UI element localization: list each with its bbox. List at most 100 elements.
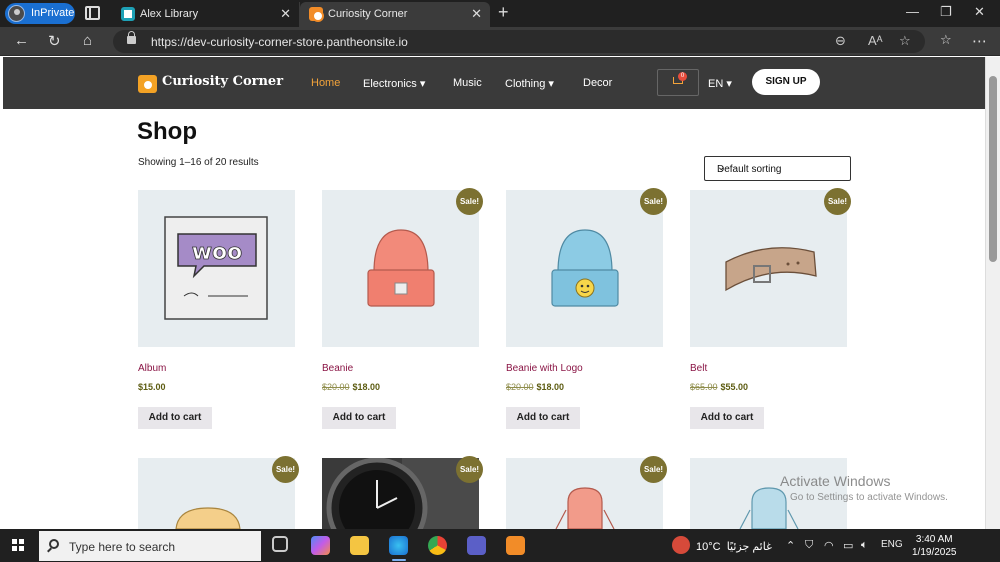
sign-up-button[interactable]: SIGN UP xyxy=(752,69,820,95)
chevron-down-icon: ▾ xyxy=(419,78,426,90)
copilot-icon[interactable] xyxy=(311,536,330,555)
address-bar[interactable]: https://dev-curiosity-corner-store.panth… xyxy=(113,30,925,53)
add-to-cart-button[interactable]: Add to cart xyxy=(138,407,212,429)
belt-image-icon xyxy=(725,247,817,292)
product-name-beanie[interactable]: Beanie xyxy=(322,363,353,374)
input-language[interactable]: ENG xyxy=(881,539,903,550)
inprivate-profile-button[interactable]: InPrivate xyxy=(5,3,75,24)
old-price: $20.00 xyxy=(506,382,534,392)
product-image-album[interactable]: woo xyxy=(138,190,295,347)
curiosity-corner-favicon-icon xyxy=(309,7,324,22)
search-icon xyxy=(49,539,59,549)
nav-home[interactable]: Home xyxy=(311,77,340,89)
nav-clothing[interactable]: Clothing ▾ xyxy=(505,77,554,90)
taskbar-search-box[interactable]: Type here to search xyxy=(39,531,261,561)
xampp-icon[interactable] xyxy=(506,536,525,555)
add-to-cart-button[interactable]: Add to cart xyxy=(690,407,764,429)
product-price-beanie-with-logo: $20.00 $18.00 xyxy=(506,382,564,392)
current-price: $18.00 xyxy=(536,382,565,392)
product-price-album: $15.00 xyxy=(138,382,166,392)
weather-icon[interactable] xyxy=(672,536,690,554)
nav-label: Electronics xyxy=(363,78,417,90)
restore-icon[interactable]: ❐ xyxy=(940,4,952,20)
profile-avatar-icon xyxy=(8,5,25,22)
refresh-icon[interactable]: ↻ xyxy=(48,32,61,50)
lock-icon[interactable] xyxy=(127,31,136,44)
inprivate-label: InPrivate xyxy=(31,7,75,19)
browser-tab-strip: InPrivate Alex Library ✕ Curiosity Corne… xyxy=(0,0,1000,27)
tab-actions-icon[interactable] xyxy=(85,6,100,20)
site-logo-text[interactable]: Curiosity Corner xyxy=(162,74,283,89)
tab-title: Alex Library xyxy=(140,8,199,20)
new-tab-plus-icon[interactable]: + xyxy=(498,2,509,23)
nav-electronics[interactable]: Electronics ▾ xyxy=(363,77,425,90)
cart-count-badge: 0 xyxy=(678,72,687,81)
teams-icon[interactable] xyxy=(467,536,486,555)
page-title: Shop xyxy=(137,118,197,145)
file-explorer-icon[interactable] xyxy=(350,536,369,555)
edge-browser-icon[interactable] xyxy=(389,536,408,555)
tab-alex-library[interactable]: Alex Library ✕ xyxy=(112,2,300,27)
add-to-cart-button[interactable]: Add to cart xyxy=(322,407,396,429)
search-placeholder: Type here to search xyxy=(69,540,176,554)
screen: InPrivate Alex Library ✕ Curiosity Corne… xyxy=(0,0,1000,562)
weather-widget[interactable]: 10°C غائم جزئيًا xyxy=(696,540,772,553)
scrollbar-thumb[interactable] xyxy=(989,76,997,262)
clock-time: 3:40 AM xyxy=(915,534,953,545)
cart-button[interactable]: 0 xyxy=(657,69,699,96)
chrome-icon[interactable] xyxy=(428,536,447,555)
favorites-icon[interactable]: ☆ xyxy=(940,32,952,48)
more-menu-icon[interactable]: ⋯ xyxy=(972,32,987,50)
home-icon[interactable]: ⌂ xyxy=(83,32,92,49)
tab-curiosity-corner[interactable]: Curiosity Corner ✕ xyxy=(300,2,490,27)
product-image-belt[interactable] xyxy=(690,190,847,347)
volume-icon[interactable]: 🔈︎ xyxy=(861,539,868,552)
favorite-star-icon[interactable]: ☆ xyxy=(899,33,911,49)
result-count: Showing 1–16 of 20 results xyxy=(138,157,259,168)
url-text[interactable]: https://dev-curiosity-corner-store.panth… xyxy=(151,35,408,49)
add-to-cart-button[interactable]: Add to cart xyxy=(506,407,580,429)
alex-library-favicon-icon xyxy=(121,7,135,21)
current-price: $55.00 xyxy=(720,382,749,392)
product-price-belt: $65.00 $55.00 xyxy=(690,382,748,392)
tab-title: Curiosity Corner xyxy=(328,8,408,20)
product-image-beanie-with-logo[interactable] xyxy=(506,190,663,347)
windows-taskbar: Type here to search 10°C غائم جزئيًا ⌃ ⛉… xyxy=(0,529,1000,562)
system-clock[interactable]: 3:40 AM 1/19/2025 xyxy=(912,533,957,559)
browser-toolbar: ← ↻ ⌂ https://dev-curiosity-corner-store… xyxy=(0,27,1000,56)
product-name-album[interactable]: Album xyxy=(138,363,166,374)
product-image-beanie[interactable] xyxy=(322,190,479,347)
product-name-beanie-with-logo[interactable]: Beanie with Logo xyxy=(506,363,583,374)
close-window-icon[interactable]: ✕ xyxy=(974,4,985,20)
zoom-icon[interactable]: ⊖ xyxy=(835,33,846,49)
task-view-icon[interactable] xyxy=(272,536,288,552)
close-tab-icon[interactable]: ✕ xyxy=(471,6,482,22)
close-tab-icon[interactable]: ✕ xyxy=(280,6,291,22)
read-aloud-icon[interactable]: Aᴬ xyxy=(868,33,883,48)
activate-windows-title: Activate Windows xyxy=(780,473,891,489)
wifi-icon[interactable]: ◠ xyxy=(824,539,834,552)
sorting-select[interactable]: Default sorting ⌄ xyxy=(704,156,851,181)
battery-icon[interactable]: ▭ xyxy=(843,539,853,552)
product-name-belt[interactable]: Belt xyxy=(690,363,707,374)
language-selector[interactable]: EN ▾ xyxy=(708,77,732,90)
beanie-image-icon xyxy=(367,229,435,307)
chevron-down-icon: ⌄ xyxy=(717,162,726,173)
album-image-icon: woo xyxy=(164,216,268,320)
old-price: $65.00 xyxy=(690,382,718,392)
windows-start-icon[interactable] xyxy=(12,539,24,551)
store-logo-icon[interactable] xyxy=(138,75,157,93)
minimize-icon[interactable]: — xyxy=(906,4,919,19)
nav-decor[interactable]: Decor xyxy=(583,77,612,89)
nav-music[interactable]: Music xyxy=(453,77,482,89)
security-shield-icon[interactable]: ⛉ xyxy=(805,539,813,552)
nav-label: Clothing xyxy=(505,78,546,90)
chevron-down-icon: ▾ xyxy=(726,78,732,90)
current-price: $18.00 xyxy=(352,382,381,392)
tray-chevron-up-icon[interactable]: ⌃ xyxy=(786,539,795,552)
sale-badge: Sale! xyxy=(272,456,299,483)
page-scrollbar[interactable] xyxy=(985,57,1000,529)
current-price: $15.00 xyxy=(138,382,166,392)
back-arrow-icon[interactable]: ← xyxy=(14,32,29,49)
language-label: EN xyxy=(708,78,724,90)
